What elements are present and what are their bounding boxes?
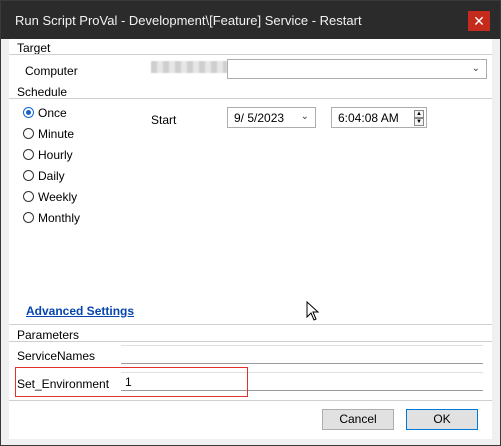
- schedule-divider: [9, 98, 492, 99]
- radio-label-daily: Daily: [38, 169, 65, 183]
- computer-label: Computer: [25, 64, 78, 78]
- spin-down-icon[interactable]: ▼: [414, 118, 424, 126]
- cancel-button[interactable]: Cancel: [322, 409, 394, 430]
- close-button[interactable]: ✕: [468, 11, 490, 31]
- radio-button-minute[interactable]: [23, 128, 34, 139]
- spin-up-icon[interactable]: ▲: [414, 110, 424, 118]
- radio-button-weekly[interactable]: [23, 191, 34, 202]
- parameters-top-divider: [9, 324, 492, 325]
- run-script-dialog: Run Script ProVal - Development\[Feature…: [0, 0, 501, 446]
- mouse-cursor-icon: [306, 301, 320, 321]
- close-icon: ✕: [473, 13, 485, 29]
- radio-button-hourly[interactable]: [23, 149, 34, 160]
- start-time-value: 6:04:08 AM: [338, 111, 399, 125]
- title-bar[interactable]: Run Script ProVal - Development\[Feature…: [1, 1, 500, 39]
- schedule-section-label: Schedule: [17, 85, 68, 99]
- radio-button-monthly[interactable]: [23, 212, 34, 223]
- start-date-picker[interactable]: 9/ 5/2023 ⌄: [227, 107, 316, 128]
- time-spinner[interactable]: ▲ ▼: [414, 110, 424, 127]
- computer-dropdown[interactable]: ⌄: [227, 59, 487, 79]
- radio-button-daily[interactable]: [23, 170, 34, 181]
- computer-name-redacted: [151, 61, 227, 73]
- advanced-settings-link[interactable]: Advanced Settings: [26, 304, 134, 318]
- chevron-down-icon: ⌄: [300, 111, 309, 122]
- window-title: Run Script ProVal - Development\[Feature…: [15, 13, 362, 28]
- dialog-content: Target Computer ⌄ Schedule Once Minute H…: [9, 39, 492, 439]
- chevron-down-icon: ⌄: [471, 63, 480, 74]
- radio-label-minute: Minute: [38, 127, 75, 141]
- radio-label-hourly: Hourly: [38, 148, 73, 162]
- radio-label-monthly: Monthly: [38, 211, 81, 225]
- radio-button-once[interactable]: [23, 107, 34, 118]
- radio-label-once: Once: [38, 106, 67, 120]
- param-label-servicenames: ServiceNames: [17, 349, 96, 363]
- radio-label-weekly: Weekly: [38, 190, 78, 204]
- ok-button[interactable]: OK: [406, 409, 478, 430]
- target-section-label: Target: [17, 41, 51, 55]
- start-time-picker[interactable]: 6:04:08 AM ▲ ▼: [331, 107, 427, 128]
- target-divider: [9, 54, 492, 55]
- param-input-servicenames[interactable]: [121, 345, 483, 364]
- start-date-value: 9/ 5/2023: [234, 111, 285, 125]
- highlight-box: [15, 367, 248, 397]
- start-label: Start: [151, 113, 177, 127]
- buttons-divider: [9, 400, 492, 401]
- parameters-section-label: Parameters: [17, 328, 80, 342]
- parameters-divider: [9, 341, 492, 342]
